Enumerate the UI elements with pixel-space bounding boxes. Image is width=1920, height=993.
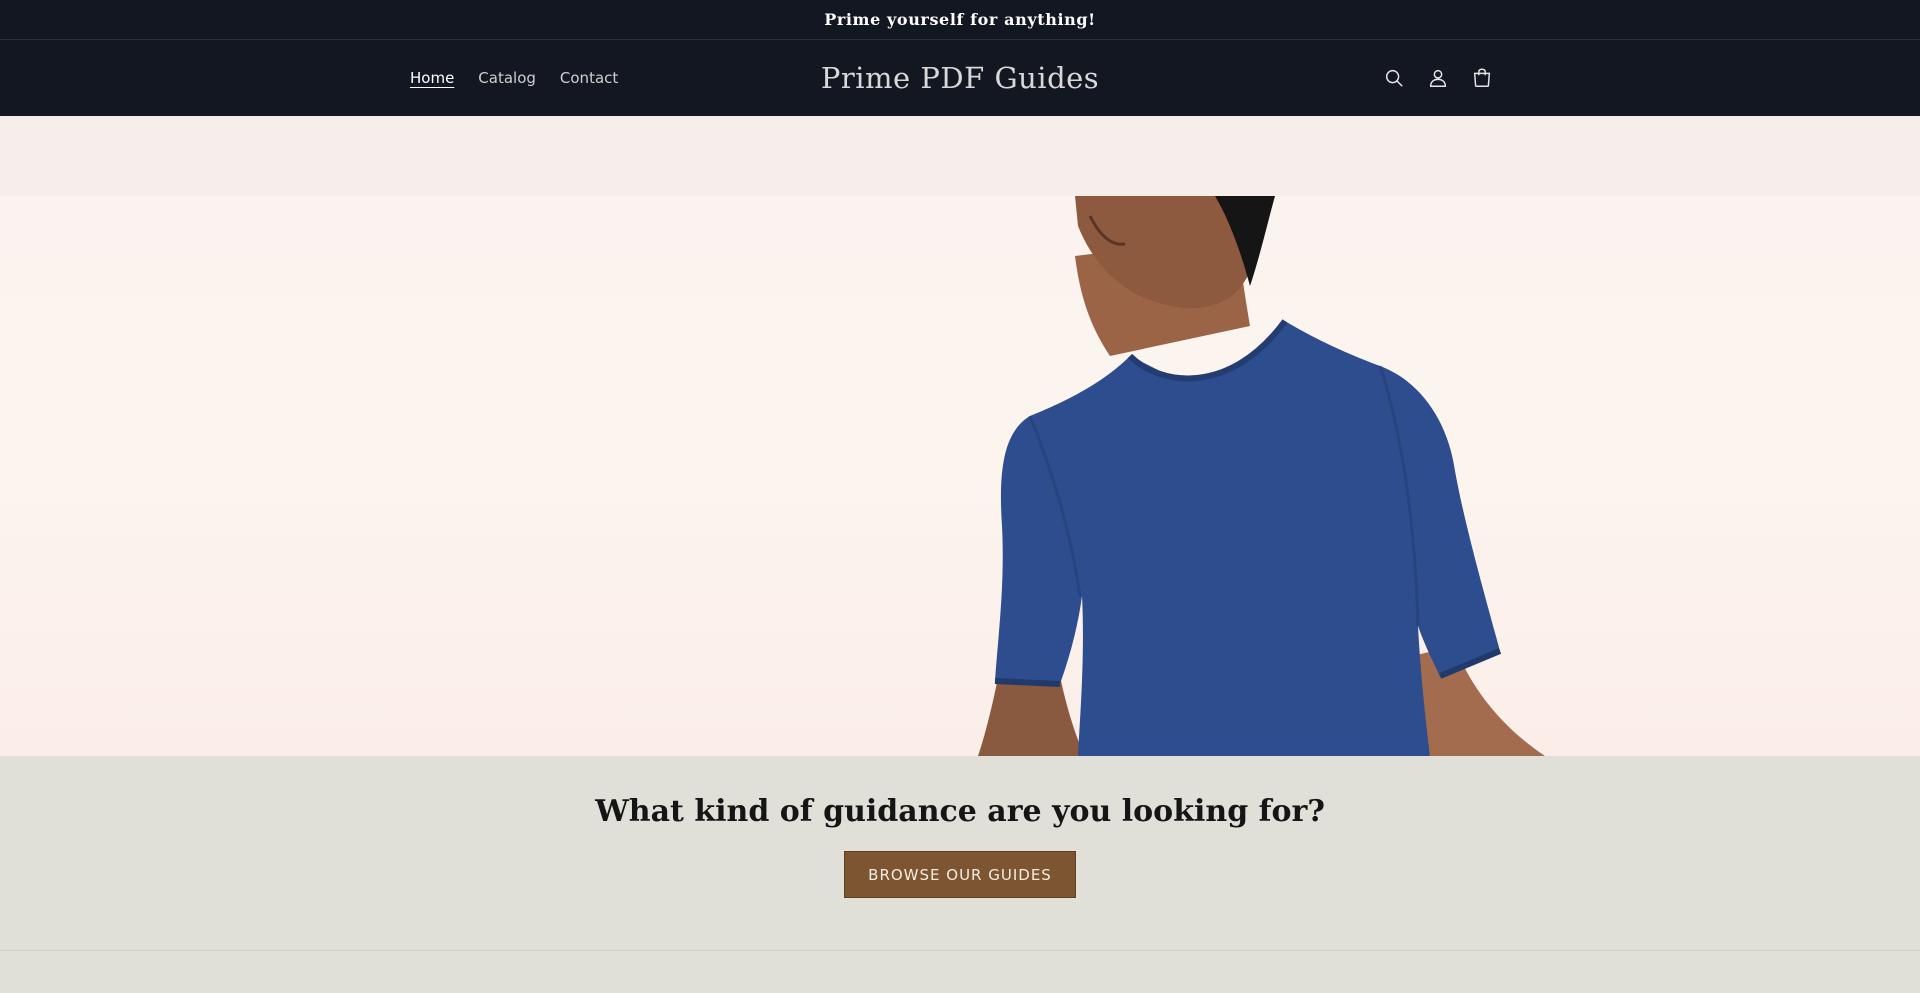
cart-icon[interactable] xyxy=(1470,66,1494,90)
nav-contact[interactable]: Contact xyxy=(560,69,618,87)
cta-section: What kind of guidance are you looking fo… xyxy=(0,756,1920,951)
search-icon[interactable] xyxy=(1382,66,1406,90)
announcement-text: Prime yourself for anything! xyxy=(824,10,1096,29)
hero-banner xyxy=(0,196,1920,756)
header-icons xyxy=(1382,40,1494,116)
nav-home[interactable]: Home xyxy=(410,69,454,87)
main-nav: Home Catalog Contact xyxy=(410,40,618,116)
footer-strip xyxy=(0,951,1920,993)
logo-container: Prime PDF Guides xyxy=(0,40,1920,116)
site-logo[interactable]: Prime PDF Guides xyxy=(821,61,1099,95)
account-icon[interactable] xyxy=(1426,66,1450,90)
cta-heading: What kind of guidance are you looking fo… xyxy=(595,794,1325,829)
browse-guides-button[interactable]: BROWSE OUR GUIDES xyxy=(844,851,1076,898)
nav-catalog[interactable]: Catalog xyxy=(478,69,536,87)
hero-top-band xyxy=(0,116,1920,196)
hero-image xyxy=(978,196,1545,756)
announcement-bar: Prime yourself for anything! xyxy=(0,0,1920,40)
site-header: Home Catalog Contact Prime PDF Guides xyxy=(0,40,1920,116)
